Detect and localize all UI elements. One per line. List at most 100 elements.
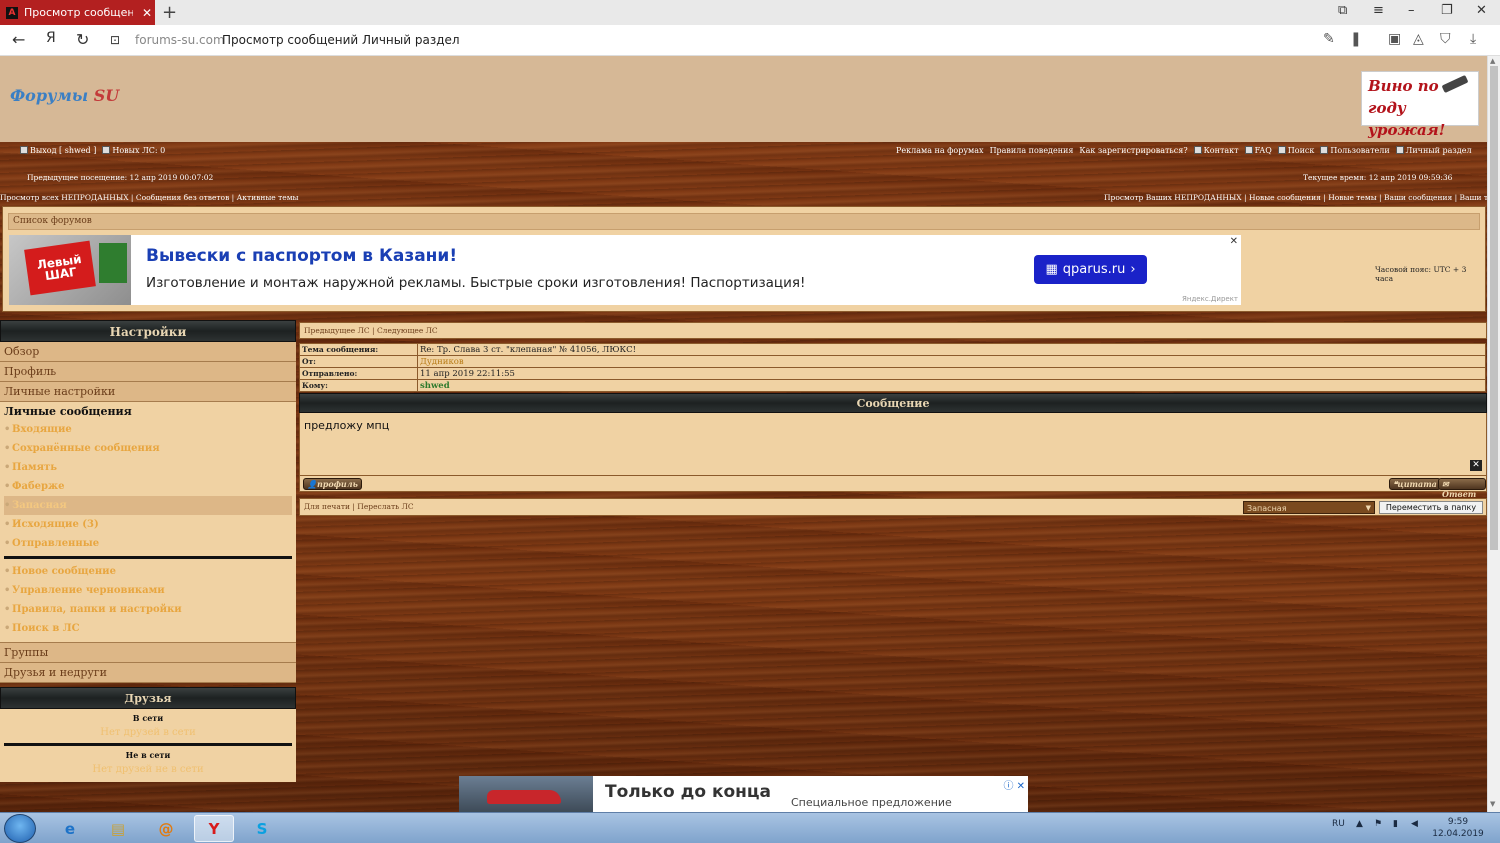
ad-info-close-icon[interactable]: ⓘ ✕: [1003, 777, 1025, 792]
close-icon[interactable]: ✕: [1476, 3, 1487, 18]
new-pm-link[interactable]: Новых ЛС: 0: [102, 146, 165, 155]
my-posts-link[interactable]: Ваши сообщения: [1384, 193, 1452, 202]
site-links: Реклама на форумах Правила поведения Как…: [896, 146, 1472, 155]
restore-icon[interactable]: ❐: [1441, 3, 1453, 18]
shield-icon[interactable]: ⛉: [1440, 31, 1451, 47]
logout-link[interactable]: Выход [ shwed ]: [20, 146, 96, 155]
pm-new-message[interactable]: Новое сообщение: [4, 562, 292, 581]
page-scrollbar[interactable]: ▲ ▼: [1487, 56, 1500, 812]
new-posts-link[interactable]: Новые сообщения: [1249, 193, 1321, 202]
profile-button[interactable]: 👤профиль: [303, 478, 362, 490]
yandex-y-icon[interactable]: Я: [46, 30, 56, 46]
faq-link[interactable]: FAQ: [1244, 146, 1272, 155]
start-button[interactable]: [4, 814, 36, 843]
clock[interactable]: 9:59 12.04.2019: [1432, 816, 1484, 840]
pm-search[interactable]: Поиск в ЛС: [4, 619, 292, 638]
ads-link[interactable]: Реклама на форумах: [896, 146, 984, 155]
ie-icon[interactable]: e: [50, 815, 90, 842]
pen-icon[interactable]: ✎: [1323, 31, 1335, 47]
sidebar-item-prefs[interactable]: Личные настройки: [0, 382, 296, 402]
pm-drafts[interactable]: Управление черновиками: [4, 581, 292, 600]
bottom-ad-title[interactable]: Только до конца: [605, 782, 771, 802]
mail-icon[interactable]: @: [146, 815, 186, 842]
my-unsold-link[interactable]: Просмотр Ваших НЕПРОДАННЫХ: [1104, 193, 1242, 202]
pm-rules-folders[interactable]: Правила, папки и настройки: [4, 600, 292, 619]
ad-button[interactable]: ▦ qparus.ru ›: [1034, 255, 1147, 284]
signal-icon[interactable]: ▮: [1393, 819, 1398, 829]
pm-folder-sent[interactable]: Отправленные: [4, 534, 292, 553]
skype-icon[interactable]: S: [242, 815, 282, 842]
scroll-down-icon[interactable]: ▼: [1490, 800, 1495, 808]
sidebar-item-friends-foes[interactable]: Друзья и недруги: [0, 663, 296, 683]
reload-icon[interactable]: ↻: [76, 30, 89, 49]
chevron-right-icon: ›: [1130, 262, 1136, 277]
camera-icon[interactable]: ▣: [1388, 31, 1401, 47]
forum-list-link[interactable]: Список форумов: [8, 213, 1480, 230]
pm-folder-saved[interactable]: Сохранённые сообщения: [4, 439, 292, 458]
bookmark-icon[interactable]: ❚: [1350, 31, 1362, 47]
sidebar-item-profile[interactable]: Профиль: [0, 362, 296, 382]
next-pm-link[interactable]: Следующее ЛС: [377, 326, 438, 335]
pm-folder-memory[interactable]: Память: [4, 458, 292, 477]
pm-folder-faberge[interactable]: Фаберже: [4, 477, 292, 496]
back-arrow-icon[interactable]: ←: [12, 30, 25, 49]
subject-label: Тема сообщения:: [299, 343, 418, 356]
network-warning-icon[interactable]: ⚑: [1374, 819, 1382, 829]
scroll-up-icon[interactable]: ▲: [1490, 57, 1495, 65]
new-topics-link[interactable]: Новые темы: [1328, 193, 1376, 202]
scroll-thumb[interactable]: [1490, 66, 1498, 550]
report-icon[interactable]: ✕: [1470, 460, 1482, 471]
url-domain[interactable]: forums-su.com: [135, 33, 225, 47]
ad-source: Яндекс.Директ: [1182, 295, 1238, 303]
pm-folder-inbox[interactable]: Входящие: [4, 420, 292, 439]
search-link[interactable]: Поиск: [1277, 146, 1314, 155]
contact-icon: [1193, 146, 1202, 154]
forward-link[interactable]: Переслать ЛС: [357, 502, 413, 511]
my-topics-link[interactable]: Ваши темы: [1460, 193, 1488, 202]
pm-folder-spare[interactable]: Запасная: [4, 496, 292, 515]
ucp-link[interactable]: Личный раздел: [1395, 146, 1472, 155]
contact-link[interactable]: Контакт: [1193, 146, 1239, 155]
members-link[interactable]: Пользователи: [1320, 146, 1390, 155]
folder-select[interactable]: Запасная ▼: [1243, 501, 1375, 514]
from-user-link[interactable]: Дудников: [417, 355, 1486, 368]
browser-tab[interactable]: A Просмотр сообщений Л ✕: [0, 0, 155, 25]
unanswered-link[interactable]: Сообщения без ответов: [136, 193, 229, 202]
minimize-icon[interactable]: –: [1408, 3, 1415, 18]
url-page-title[interactable]: Просмотр сообщений Личный раздел: [222, 33, 460, 47]
pm-folder-outbox[interactable]: Исходящие (3): [4, 515, 292, 534]
quote-button[interactable]: ❝цитата: [1389, 478, 1441, 490]
to-user-link[interactable]: shwed: [417, 379, 1486, 392]
yandex-ad[interactable]: Левый ШАГ Вывески с паспортом в Казани! …: [9, 235, 1241, 305]
move-to-folder-button[interactable]: Переместить в папку: [1379, 501, 1483, 514]
register-help-link[interactable]: Как зарегистрироваться?: [1079, 146, 1187, 155]
active-topics-link[interactable]: Активные темы: [237, 193, 299, 202]
protect-icon[interactable]: ◬: [1413, 31, 1424, 47]
tabs-menu-icon[interactable]: ⧉: [1338, 3, 1347, 18]
site-logo[interactable]: Форумы SU: [10, 86, 119, 105]
yandex-browser-icon[interactable]: Y: [194, 815, 234, 842]
rules-link[interactable]: Правила поведения: [990, 146, 1074, 155]
ad-close-icon[interactable]: ✕: [1230, 236, 1238, 247]
volume-icon[interactable]: ◀: [1411, 819, 1418, 829]
explorer-icon[interactable]: ▤: [98, 815, 138, 842]
site-info-icon[interactable]: ⊡: [110, 33, 120, 47]
ad-text: Изготовление и монтаж наружной рекламы. …: [146, 275, 806, 291]
reply-button[interactable]: ✉Ответ: [1438, 478, 1486, 499]
tray-expand-icon[interactable]: ▲: [1356, 819, 1363, 829]
bottom-ad[interactable]: Только до конца Специальное предложение …: [459, 776, 1028, 812]
all-unsold-link[interactable]: Просмотр всех НЕПРОДАННЫХ: [0, 193, 129, 202]
chevron-down-icon: ▼: [1365, 504, 1371, 512]
sidebar-item-overview[interactable]: Обзор: [0, 342, 296, 362]
language-indicator[interactable]: RU: [1332, 819, 1345, 829]
tab-close-icon[interactable]: ✕: [139, 6, 155, 20]
menu-icon[interactable]: ≡: [1373, 3, 1384, 18]
print-link[interactable]: Для печати: [304, 502, 350, 511]
sidebar-item-groups[interactable]: Группы: [0, 643, 296, 663]
download-icon[interactable]: ⤓: [1470, 31, 1476, 47]
ad-title[interactable]: Вывески с паспортом в Казани!: [146, 246, 457, 266]
new-tab-icon[interactable]: +: [162, 2, 177, 23]
sent-label: Отправлено:: [299, 367, 418, 380]
prev-pm-link[interactable]: Предыдущее ЛС: [304, 326, 370, 335]
wine-ad-banner[interactable]: Вино по году урожая!: [1361, 71, 1479, 139]
